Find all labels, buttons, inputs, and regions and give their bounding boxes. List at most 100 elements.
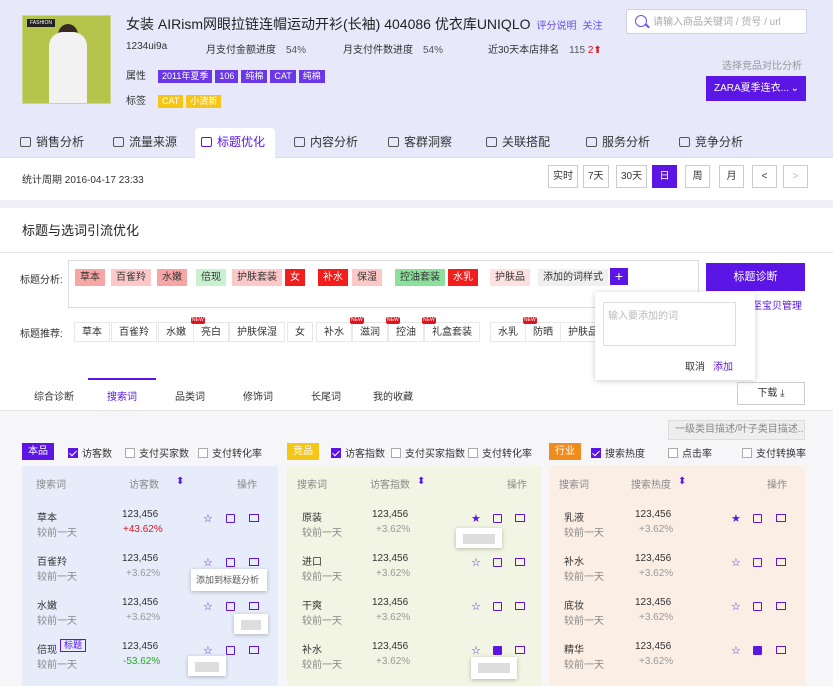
- metric-checkbox[interactable]: 支付买家指数: [391, 445, 465, 460]
- analysis-word[interactable]: 护肤套装: [232, 269, 282, 286]
- period-realtime[interactable]: 实时: [548, 165, 578, 188]
- add-to-title-icon[interactable]: [493, 514, 502, 523]
- trend-chart-icon[interactable]: [515, 514, 525, 522]
- tab-competition[interactable]: 竞争分析: [673, 128, 753, 158]
- prev-icon[interactable]: <: [752, 165, 777, 188]
- add-to-title-icon[interactable]: [226, 602, 235, 611]
- next-icon[interactable]: >: [783, 165, 808, 188]
- add-to-title-icon[interactable]: [493, 558, 502, 567]
- subtab-favorites[interactable]: 我的收藏: [373, 388, 413, 403]
- analysis-word[interactable]: 保湿: [352, 269, 382, 286]
- trend-chart-icon[interactable]: [249, 514, 259, 522]
- trend-chart-icon[interactable]: [776, 514, 786, 522]
- tab-sales[interactable]: 销售分析: [14, 128, 94, 158]
- cancel-button[interactable]: 取消: [685, 358, 705, 373]
- trend-chart-icon[interactable]: [515, 602, 525, 610]
- diagnose-button[interactable]: 标题诊断: [706, 263, 805, 291]
- period-30d[interactable]: 30天: [616, 165, 648, 188]
- add-to-title-icon[interactable]: [226, 514, 235, 523]
- tab-traffic[interactable]: 流量来源: [107, 128, 187, 158]
- column-header[interactable]: 访客数: [129, 476, 159, 491]
- tab-service[interactable]: 服务分析: [580, 128, 660, 158]
- recommend-word[interactable]: NEW 控油: [386, 317, 424, 342]
- metric-checkbox[interactable]: 访客指数: [331, 445, 385, 460]
- recommend-word[interactable]: NEW 滋润: [350, 317, 388, 342]
- product-image[interactable]: FASHION: [22, 15, 111, 104]
- trend-chart-icon[interactable]: [776, 602, 786, 610]
- favorite-star-icon[interactable]: ☆: [203, 600, 213, 613]
- category-desc-box[interactable]: 一级类目描述/叶子类目描述...: [668, 420, 805, 440]
- favorite-star-icon[interactable]: ☆: [731, 556, 741, 569]
- add-to-title-icon[interactable]: [753, 646, 762, 655]
- trend-chart-icon[interactable]: [515, 646, 525, 654]
- analysis-word[interactable]: 百雀羚: [111, 269, 151, 286]
- add-to-title-icon[interactable]: [493, 646, 502, 655]
- trend-chart-icon[interactable]: [249, 558, 259, 566]
- search-input[interactable]: [653, 13, 803, 31]
- period-7d[interactable]: 7天: [583, 165, 609, 188]
- sort-icon[interactable]: ⬍: [678, 476, 686, 487]
- add-to-title-icon[interactable]: [753, 514, 762, 523]
- add-to-title-icon[interactable]: [753, 602, 762, 611]
- recommend-word[interactable]: NEW 防晒: [523, 317, 561, 342]
- favorite-star-icon[interactable]: ☆: [471, 600, 481, 613]
- favorite-star-icon[interactable]: ★: [731, 512, 741, 525]
- tab-content[interactable]: 内容分析: [288, 128, 368, 158]
- favorite-star-icon[interactable]: ☆: [471, 644, 481, 657]
- recommend-word[interactable]: 补水: [316, 322, 352, 342]
- analysis-word[interactable]: 护肤品: [490, 269, 530, 286]
- favorite-star-icon[interactable]: ☆: [731, 600, 741, 613]
- trend-chart-icon[interactable]: [776, 558, 786, 566]
- period-month[interactable]: 月: [719, 165, 744, 188]
- analysis-word[interactable]: 水乳: [448, 269, 478, 286]
- metric-checkbox[interactable]: 支付转换率: [742, 445, 806, 460]
- analysis-word[interactable]: 补水: [318, 269, 348, 286]
- sort-icon[interactable]: ⬍: [417, 476, 425, 487]
- metric-checkbox[interactable]: 支付转化率: [198, 445, 262, 460]
- favorite-star-icon[interactable]: ☆: [471, 556, 481, 569]
- recommend-word[interactable]: 水乳: [490, 322, 526, 342]
- metric-checkbox[interactable]: 点击率: [668, 445, 712, 460]
- tab-audience[interactable]: 客群洞察: [382, 128, 462, 158]
- metric-checkbox[interactable]: 搜索热度: [591, 445, 645, 460]
- analysis-word[interactable]: 水嫩: [157, 269, 187, 286]
- subtab-overall[interactable]: 综合诊断: [34, 388, 74, 403]
- recommend-word[interactable]: 水嫩: [158, 322, 194, 342]
- period-day[interactable]: 日: [652, 165, 677, 188]
- follow-link[interactable]: 关注: [583, 21, 603, 32]
- favorite-star-icon[interactable]: ★: [471, 512, 481, 525]
- metric-checkbox[interactable]: 访客数: [68, 445, 112, 460]
- favorite-star-icon[interactable]: ☆: [203, 556, 213, 569]
- recommend-word[interactable]: 百雀羚: [111, 322, 157, 342]
- period-week[interactable]: 周: [685, 165, 710, 188]
- subtab-longtail[interactable]: 长尾词: [311, 388, 341, 403]
- metric-checkbox[interactable]: 支付转化率: [468, 445, 532, 460]
- rating-link[interactable]: 评分说明: [537, 21, 577, 32]
- tab-title-optimize[interactable]: 标题优化: [195, 128, 276, 158]
- recommend-word[interactable]: 草本: [74, 322, 110, 342]
- analysis-word-sample[interactable]: 添加的词样式: [538, 269, 608, 286]
- sort-icon[interactable]: ⬍: [176, 476, 184, 487]
- trend-chart-icon[interactable]: [249, 646, 259, 654]
- add-to-title-icon[interactable]: [226, 646, 235, 655]
- trend-chart-icon[interactable]: [249, 602, 259, 610]
- add-button[interactable]: 添加: [713, 358, 733, 373]
- column-header[interactable]: 搜索热度: [631, 476, 671, 491]
- analysis-word[interactable]: 女: [285, 269, 305, 286]
- add-to-title-icon[interactable]: [753, 558, 762, 567]
- trend-chart-icon[interactable]: [515, 558, 525, 566]
- add-word-input[interactable]: [603, 302, 736, 346]
- subtab-modifier[interactable]: 修饰词: [243, 388, 273, 403]
- recommend-word[interactable]: 女: [287, 322, 313, 342]
- metric-checkbox[interactable]: 支付买家数: [125, 445, 189, 460]
- add-word-button[interactable]: +: [610, 268, 628, 285]
- recommend-word[interactable]: NEW 礼盒套装: [422, 317, 480, 342]
- favorite-star-icon[interactable]: ☆: [203, 512, 213, 525]
- add-to-title-icon[interactable]: [226, 558, 235, 567]
- column-header[interactable]: 访客指数: [370, 476, 410, 491]
- trend-chart-icon[interactable]: [776, 646, 786, 654]
- compare-select[interactable]: ZARA夏季连衣... ⌄: [706, 76, 806, 101]
- favorite-star-icon[interactable]: ☆: [731, 644, 741, 657]
- subtab-search[interactable]: 搜索词: [107, 388, 137, 403]
- analysis-word[interactable]: 倍现: [196, 269, 226, 286]
